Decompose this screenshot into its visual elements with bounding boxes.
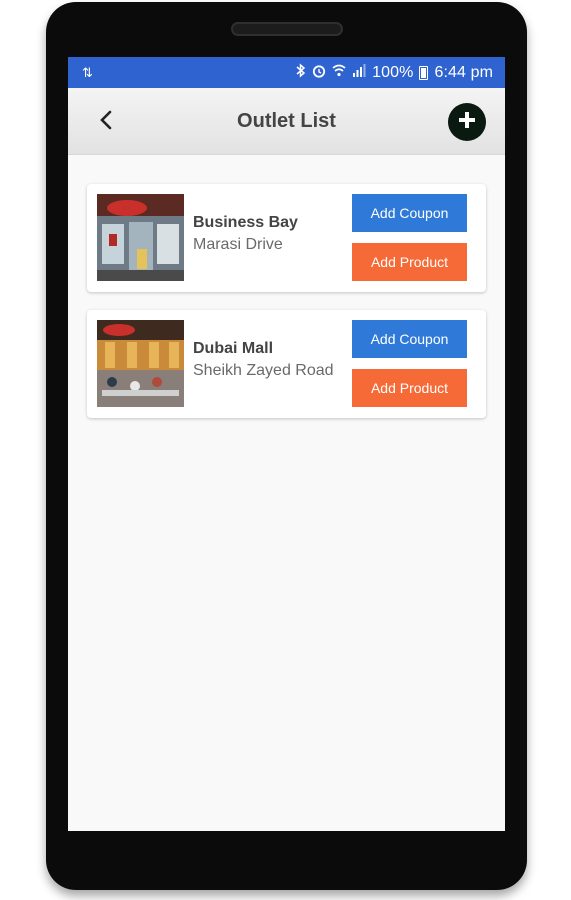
add-outlet-button[interactable]	[448, 103, 486, 141]
outlet-image	[97, 194, 184, 281]
add-product-button[interactable]: Add Product	[352, 369, 467, 407]
outlet-image	[97, 320, 184, 407]
chevron-left-icon	[99, 110, 113, 135]
page-title: Outlet List	[237, 109, 336, 132]
add-coupon-button[interactable]: Add Coupon	[352, 194, 467, 232]
battery-percent: 100%	[372, 63, 414, 81]
outlet-list: Business Bay Marasi Drive Add Coupon Add…	[68, 155, 505, 418]
outlet-card: Business Bay Marasi Drive Add Coupon Add…	[87, 184, 486, 292]
outlet-info: Dubai Mall Sheikh Zayed Road	[193, 340, 334, 380]
app-header: Outlet List	[68, 88, 505, 155]
outlet-name: Business Bay	[193, 214, 298, 231]
plus-icon	[457, 110, 477, 135]
phone-speaker	[231, 22, 343, 36]
add-product-button[interactable]: Add Product	[352, 243, 467, 281]
phone-frame: ⇅ 100% 6:44 pm Outlet List Business Bay …	[46, 2, 527, 890]
data-transfer-icon: ⇅	[82, 65, 93, 80]
signal-icon	[352, 64, 366, 81]
outlet-address: Sheikh Zayed Road	[193, 362, 334, 379]
outlet-address: Marasi Drive	[193, 236, 283, 253]
outlet-name: Dubai Mall	[193, 340, 274, 357]
battery-icon	[419, 65, 429, 80]
add-coupon-button[interactable]: Add Coupon	[352, 320, 467, 358]
back-button[interactable]	[92, 108, 120, 136]
status-bar: ⇅ 100% 6:44 pm	[68, 57, 505, 88]
alarm-icon	[312, 64, 326, 82]
app-screen: ⇅ 100% 6:44 pm Outlet List Business Bay …	[68, 57, 505, 831]
status-time: 6:44 pm	[434, 63, 493, 81]
bluetooth-icon	[296, 63, 306, 82]
outlet-info: Business Bay Marasi Drive	[193, 214, 298, 254]
outlet-card: Dubai Mall Sheikh Zayed Road Add Coupon …	[87, 310, 486, 418]
wifi-icon	[332, 64, 346, 81]
